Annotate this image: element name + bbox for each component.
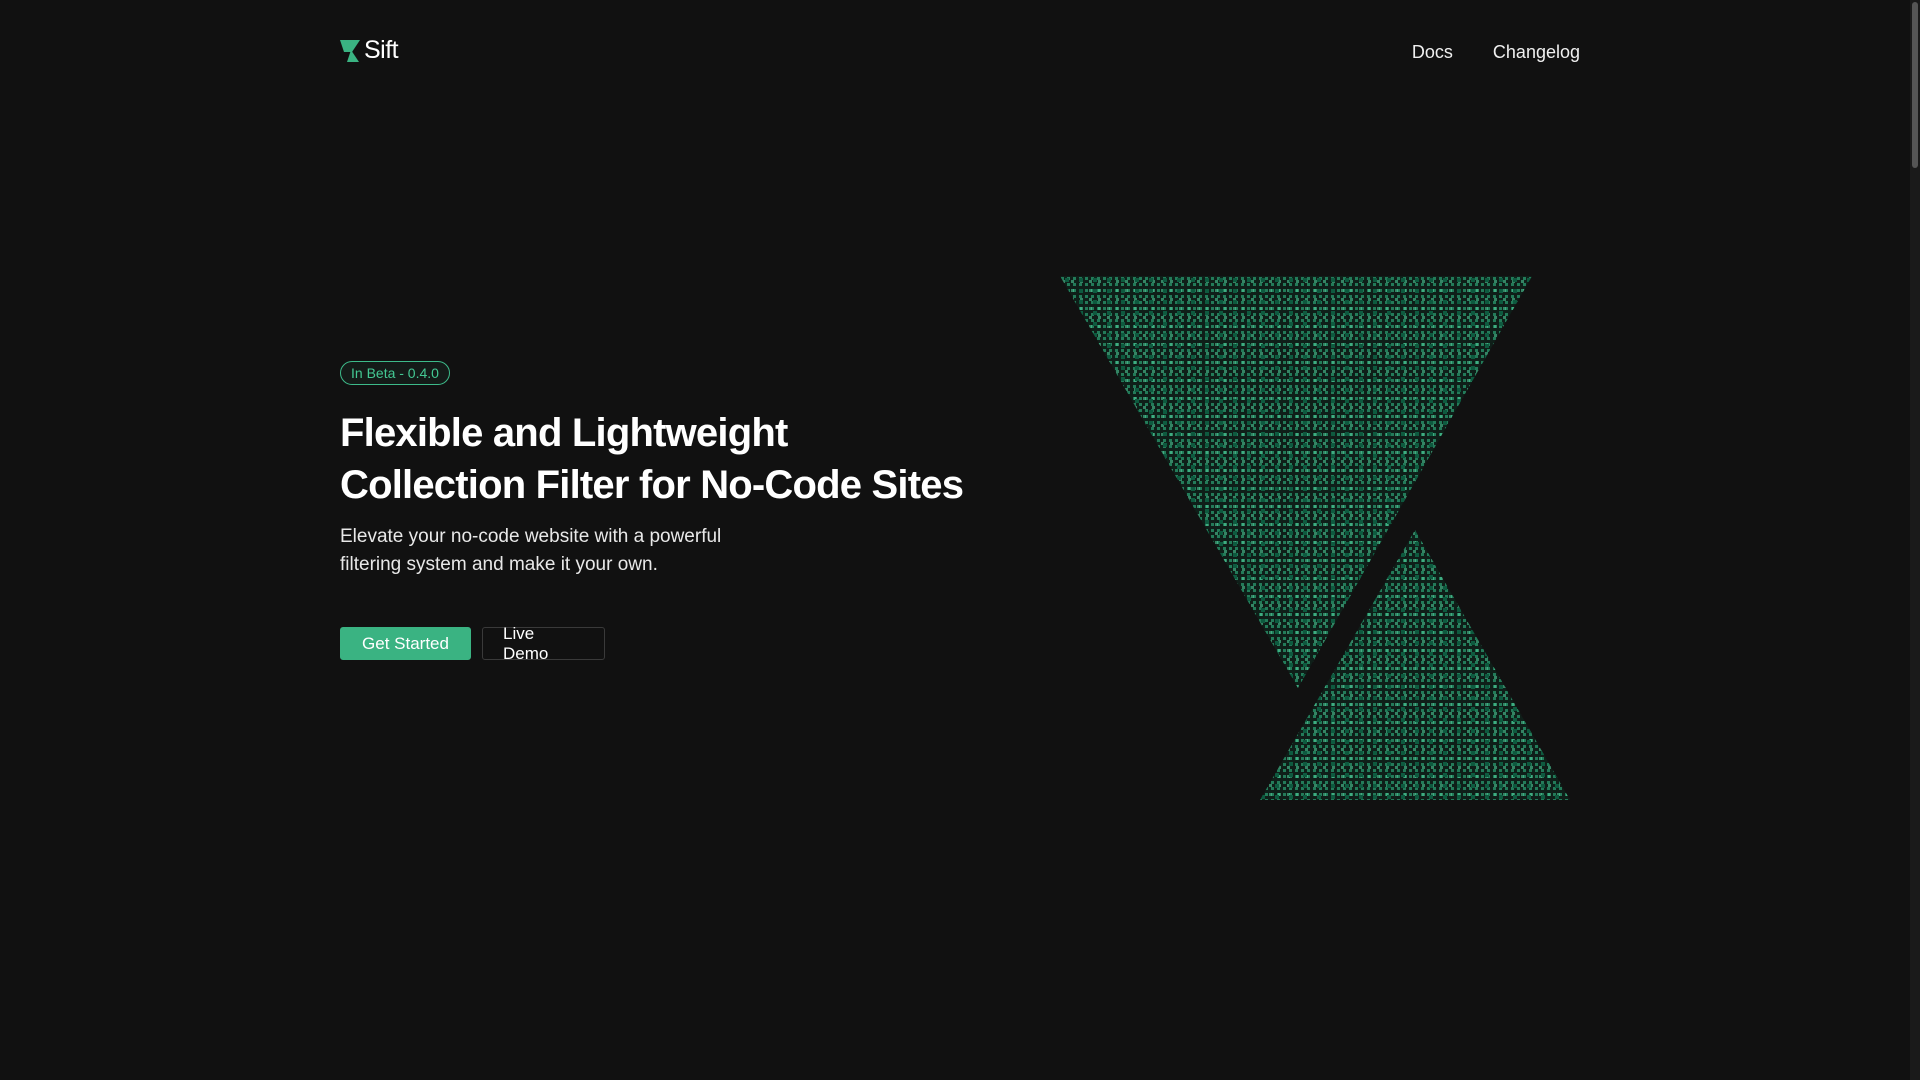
hero-subtitle-line-2: filtering system and make it your own.: [340, 554, 658, 575]
get-started-button[interactable]: Get Started: [340, 627, 471, 660]
hourglass-logo-icon: [340, 39, 360, 62]
scrollbar-thumb[interactable]: [1912, 2, 1918, 168]
nav-link-changelog[interactable]: Changelog: [1493, 42, 1580, 63]
landing-page: Sift Docs Changelog In Beta - 0.4.0 Flex…: [0, 0, 1920, 1080]
top-nav: Docs Changelog: [1412, 42, 1580, 63]
hero-headline-line-1: Flexible and Lightweight: [340, 411, 788, 455]
hero-subtitle: Elevate your no-code website with a powe…: [340, 523, 760, 579]
live-demo-button[interactable]: Live Demo: [482, 624, 605, 663]
hero-headline: Flexible and Lightweight Collection Filt…: [340, 407, 1040, 511]
hourglass-dot-pattern-graphic: [1060, 276, 1570, 800]
beta-version-badge: In Beta - 0.4.0: [340, 361, 450, 385]
brand-name: Sift: [364, 36, 399, 64]
page-scrollbar[interactable]: [1910, 0, 1920, 1080]
hero-actions: Get Started Live Demo: [340, 624, 1040, 663]
nav-link-docs[interactable]: Docs: [1412, 42, 1453, 63]
hero-headline-line-2: Collection Filter for No-Code Sites: [340, 463, 964, 507]
hero-section: In Beta - 0.4.0 Flexible and Lightweight…: [340, 361, 1040, 663]
brand-logo-link[interactable]: Sift: [340, 36, 399, 65]
hero-subtitle-line-1: Elevate your no-code website with a powe…: [340, 526, 722, 547]
